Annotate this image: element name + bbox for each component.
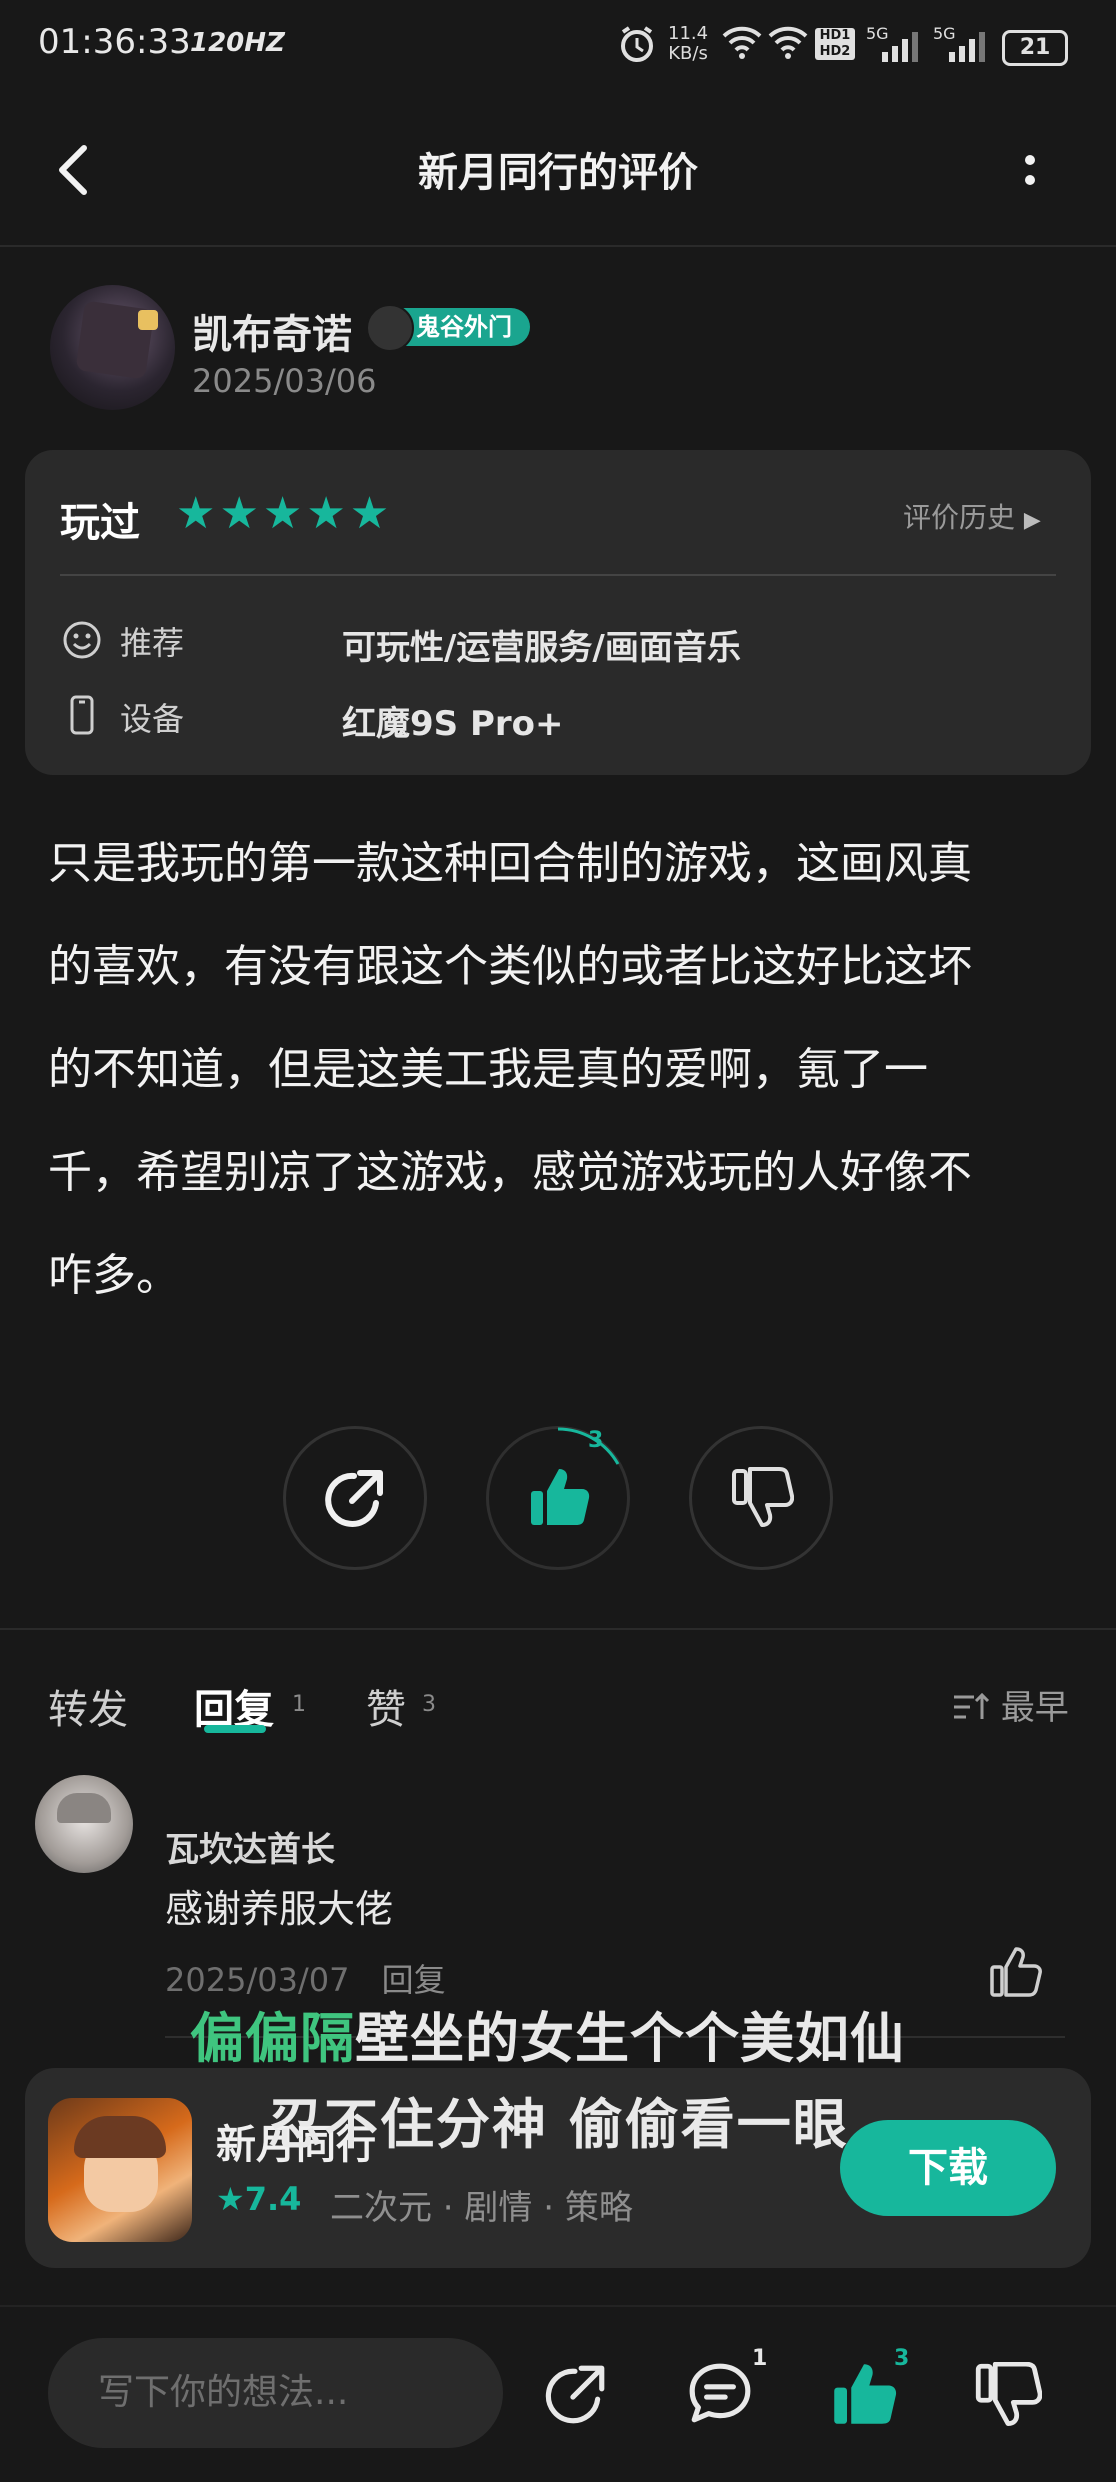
card-divider [60,574,1056,576]
tab-like-count: 3 [422,1692,436,1717]
review-history-link[interactable]: 评价历史 ▶ [903,496,1041,536]
recommend-value: 可玩性/运营服务/画面音乐 [342,628,741,668]
more-menu-icon[interactable] [1015,150,1045,200]
review-line: 千，希望别凉了这游戏，感觉游戏玩的人好像不 [48,1147,972,1198]
review-line: 的喜欢，有没有跟这个类似的或者比这好比这坏 [48,941,972,992]
section-divider [0,1628,1116,1630]
sort-button[interactable]: 最早 [952,1680,1069,1729]
app-tags: 二次元 · 剧情 · 策略 [330,2188,633,2228]
comment-bubble-icon[interactable] [686,2360,754,2428]
triangle-right-icon: ▶ [1023,508,1041,533]
review-line: 只是我玩的第一款这种回合制的游戏，这画风真 [48,838,972,889]
share-button[interactable] [283,1426,427,1570]
phone-icon [70,695,94,735]
refresh-rate: 120HZ [190,28,285,58]
reviewer-avatar[interactable] [50,285,175,410]
reply-count: 1 [292,1692,306,1717]
status-bar: 01:36:33 120HZ 11.4 KB/s HD1 HD2 5G 5G 2… [0,0,1116,90]
review-body: 只是我玩的第一款这种回合制的游戏，这画风真 的喜欢，有没有跟这个类似的或者比这好… [48,812,1078,1327]
wifi-icon-2 [768,26,808,59]
dislike-button[interactable] [689,1426,833,1570]
wifi-icon-1 [722,26,762,59]
sort-icon [954,1692,990,1719]
net-speed: 11.4 KB/s [668,23,709,64]
share-icon [325,1470,383,1527]
signal-icon-1 [882,32,918,62]
avatar-decor [138,310,158,330]
comment-like-icon[interactable] [988,1945,1042,1999]
hd-badge: HD1 HD2 [815,28,855,60]
badge-avatar-icon [366,304,414,352]
smiley-icon [63,621,101,659]
thumbs-up-icon [531,1469,590,1525]
bottom-like-icon[interactable] [830,2360,898,2428]
thumbs-down-icon [732,1467,794,1527]
lyric-overlay-line2: 忍不住分神 偷偷看一眼 [268,2093,849,2156]
battery-icon: 21 [1002,30,1068,66]
device-value: 红魔9S Pro+ [342,704,564,744]
lyric-highlight: 偏偏隔 [190,2007,355,2070]
like-button[interactable] [486,1426,630,1570]
recommend-label: 推荐 [120,624,185,662]
device-label: 设备 [120,700,185,738]
tab-like[interactable]: 赞 [366,1677,406,1735]
commenter-name[interactable]: 瓦坎达酋长 [165,1822,335,1871]
bottom-like-count: 3 [894,2346,910,2371]
lyric-overlay-line1: 偏偏隔壁坐的女生个个美如仙 [190,1994,905,2073]
status-time: 01:36:33 [38,22,191,62]
reviewer-name[interactable]: 凯布奇诺 [192,302,352,360]
review-line: 的不知道，但是这美工我是真的爱啊，氪了一 [48,1044,928,1095]
alarm-icon [621,26,653,62]
tab-forward[interactable]: 转发 [48,1677,128,1735]
bottom-share-icon[interactable] [542,2360,610,2428]
app-icon[interactable] [48,2098,192,2242]
review-date: 2025/03/06 [192,362,377,400]
bottom-dislike-icon[interactable] [974,2362,1042,2430]
page-title: 新月同行的评价 [418,150,698,196]
comment-text: 感谢养服大佬 [165,1887,394,1931]
star-rating: ★★★★★ [176,488,394,539]
signal-icon-2 [949,32,985,62]
bottom-comment-count: 1 [752,2346,768,2371]
commenter-avatar[interactable] [35,1775,133,1873]
comment-input[interactable]: 写下你的想法... [48,2338,503,2448]
like-count: 3 [588,1428,604,1453]
review-line: 咋多。 [48,1250,180,1301]
avatar-hair-decor [57,1793,111,1823]
tab-active-indicator [204,1725,266,1733]
lyric-rest: 壁坐的女生个个美如仙 [355,2007,905,2070]
app-rating: ★7.4 [216,2180,302,2218]
app-icon-hair-decor [74,2116,166,2158]
play-status: 玩过 [60,500,140,546]
download-button[interactable]: 下载 [840,2120,1056,2216]
